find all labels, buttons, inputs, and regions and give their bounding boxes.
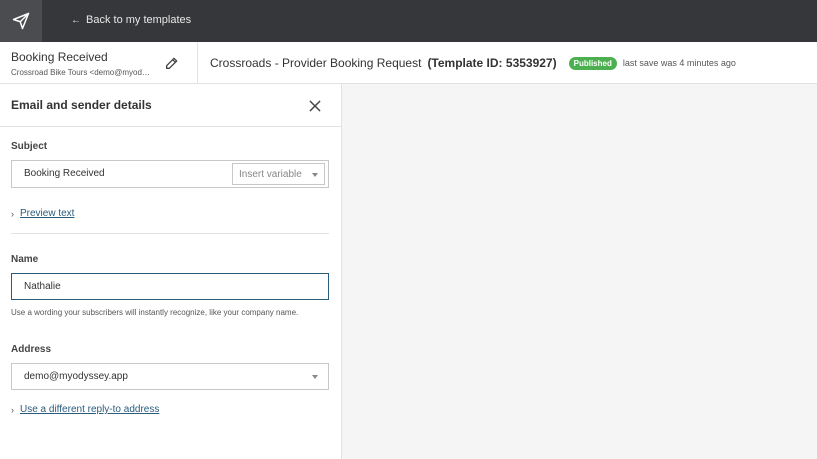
panel-header: Email and sender details: [0, 84, 341, 127]
name-label: Name: [11, 254, 39, 265]
email-sender-panel: Email and sender details Subject Booking…: [0, 84, 342, 459]
email-preview-area: [342, 84, 817, 459]
panel-title: Email and sender details: [11, 98, 152, 112]
back-to-templates-link[interactable]: ← Back to my templates: [71, 14, 191, 26]
template-id: (Template ID: 5353927): [427, 56, 557, 70]
last-save-text: last save was 4 minutes ago: [622, 58, 736, 68]
reply-to-toggle[interactable]: › Use a different reply-to address: [11, 404, 159, 415]
name-input[interactable]: [11, 273, 329, 300]
subject-label: Subject: [11, 141, 48, 152]
chevron-right-icon: ›: [11, 404, 14, 415]
divider: [11, 233, 329, 234]
chevron-down-icon: [312, 375, 318, 379]
app-logo[interactable]: [0, 0, 42, 42]
chevron-down-icon: [312, 173, 318, 177]
insert-variable-dropdown[interactable]: Insert variable: [232, 163, 325, 185]
address-label: Address: [11, 344, 52, 355]
back-link-label: Back to my templates: [86, 14, 192, 26]
template-info: Booking Received Crossroad Bike Tours <d…: [0, 42, 198, 84]
status-badge: Published: [568, 56, 617, 70]
chevron-right-icon: ›: [11, 208, 14, 219]
template-sender: Crossroad Bike Tours <demo@myodyssey.app…: [11, 68, 153, 77]
name-hint: Use a wording your subscribers will inst…: [11, 308, 299, 317]
preview-text-toggle[interactable]: › Preview text: [11, 208, 74, 219]
template-title: Crossroads - Provider Booking Request: [210, 56, 422, 70]
insert-variable-label: Insert variable: [239, 169, 302, 180]
template-title-row: Crossroads - Provider Booking Request (T…: [210, 56, 736, 70]
template-header: Booking Received Crossroad Bike Tours <d…: [0, 42, 817, 84]
top-bar: ← Back to my templates: [0, 0, 817, 42]
subject-value: Booking Received: [24, 168, 105, 179]
paper-plane-icon: [12, 12, 30, 30]
close-icon[interactable]: [307, 98, 323, 114]
preview-text-link: Preview text: [20, 208, 75, 219]
subject-field[interactable]: Booking Received Insert variable: [11, 160, 329, 188]
arrow-left-icon: ←: [71, 14, 81, 26]
reply-to-link: Use a different reply-to address: [20, 404, 160, 415]
address-value: demo@myodyssey.app: [24, 371, 128, 382]
template-name: Booking Received: [11, 50, 108, 64]
address-select[interactable]: demo@myodyssey.app: [11, 363, 329, 390]
pencil-icon[interactable]: [164, 55, 180, 71]
